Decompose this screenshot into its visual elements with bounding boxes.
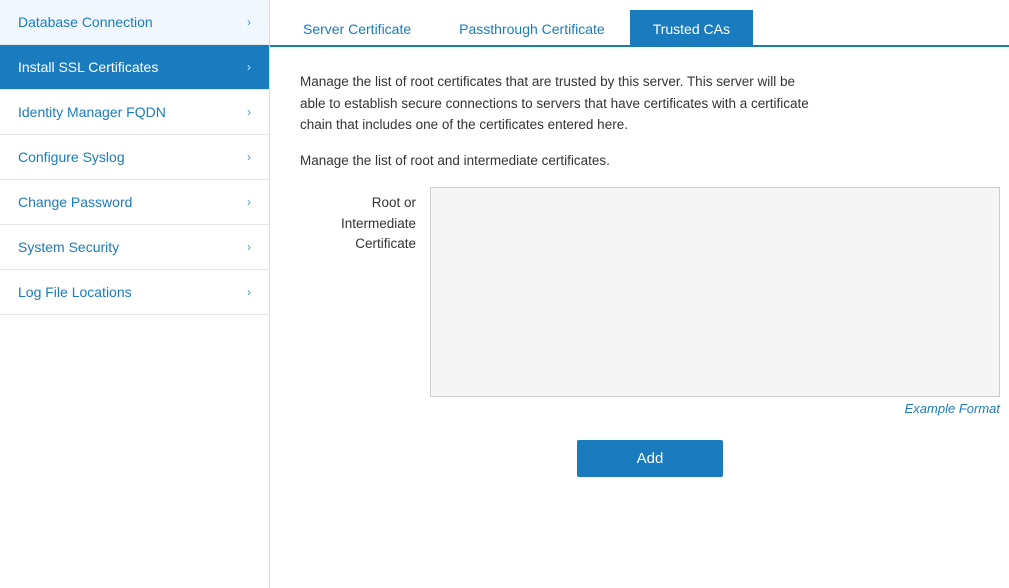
- sidebar-item-label: Identity Manager FQDN: [18, 104, 166, 120]
- sidebar-item-label: Configure Syslog: [18, 149, 125, 165]
- sidebar-item-label: Log File Locations: [18, 284, 132, 300]
- content-area: Manage the list of root certificates tha…: [270, 47, 1009, 588]
- sidebar-item-install-ssl-certificates[interactable]: Install SSL Certificates ›: [0, 45, 269, 90]
- chevron-right-icon: ›: [247, 285, 251, 299]
- main-content: Server CertificatePassthrough Certificat…: [270, 0, 1009, 588]
- sidebar-item-change-password[interactable]: Change Password ›: [0, 180, 269, 225]
- certificate-form-row: Root or Intermediate Certificate: [300, 187, 1000, 397]
- sidebar-item-identity-manager-fqdn[interactable]: Identity Manager FQDN ›: [0, 90, 269, 135]
- chevron-right-icon: ›: [247, 240, 251, 254]
- add-button-row: Add: [300, 440, 1000, 477]
- chevron-right-icon: ›: [247, 15, 251, 29]
- sidebar-item-database-connection[interactable]: Database Connection ›: [0, 0, 269, 45]
- add-button[interactable]: Add: [577, 440, 724, 477]
- chevron-right-icon: ›: [247, 105, 251, 119]
- description-text-1: Manage the list of root certificates tha…: [300, 71, 820, 136]
- chevron-right-icon: ›: [247, 60, 251, 74]
- sidebar: Database Connection›Install SSL Certific…: [0, 0, 270, 588]
- sidebar-item-label: Database Connection: [18, 14, 153, 30]
- tab-passthrough-certificate[interactable]: Passthrough Certificate: [436, 10, 628, 47]
- certificate-textarea[interactable]: [430, 187, 1000, 397]
- chevron-right-icon: ›: [247, 150, 251, 164]
- description-text-2: Manage the list of root and intermediate…: [300, 150, 820, 172]
- sidebar-item-label: Install SSL Certificates: [18, 59, 158, 75]
- sidebar-item-system-security[interactable]: System Security ›: [0, 225, 269, 270]
- tab-trusted-cas[interactable]: Trusted CAs: [630, 10, 753, 47]
- sidebar-item-configure-syslog[interactable]: Configure Syslog ›: [0, 135, 269, 180]
- tabs-container: Server CertificatePassthrough Certificat…: [270, 0, 1009, 47]
- sidebar-item-label: Change Password: [18, 194, 132, 210]
- certificate-label: Root or Intermediate Certificate: [300, 187, 430, 254]
- sidebar-item-log-file-locations[interactable]: Log File Locations ›: [0, 270, 269, 315]
- sidebar-item-label: System Security: [18, 239, 119, 255]
- example-format-link[interactable]: Example Format: [430, 401, 1000, 416]
- tab-server-certificate[interactable]: Server Certificate: [280, 10, 434, 47]
- chevron-right-icon: ›: [247, 195, 251, 209]
